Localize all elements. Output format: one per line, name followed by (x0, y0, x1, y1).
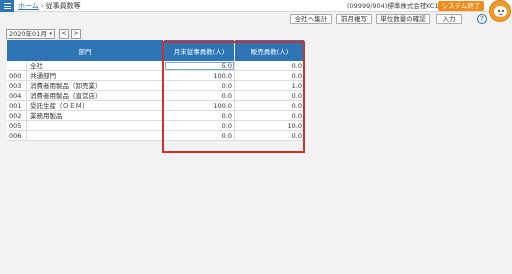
sales-staff-input[interactable]: 0.0 (235, 71, 304, 81)
copy-prev-month-button[interactable]: 前月複写 (336, 14, 372, 24)
table-row: 全社 5.0 0.0 (7, 61, 304, 71)
employee-count-table: 部門 月末従事員数(人) 販売員数(人) 全社 5.0 0.0 000 共通部門… (7, 40, 304, 141)
help-icon[interactable]: ? (477, 14, 487, 24)
sales-staff-input[interactable]: 0.0 (235, 131, 304, 141)
breadcrumb: ホーム › 従事員数等 (18, 2, 81, 10)
dept-name: 業務用製品 (27, 111, 164, 121)
dept-code: 005 (7, 121, 27, 131)
dept-name (27, 121, 164, 131)
dept-code: 002 (7, 111, 27, 121)
prev-period-button[interactable]: < (59, 29, 69, 39)
dept-code: 003 (7, 81, 27, 91)
sales-staff-input[interactable]: 10.0 (235, 121, 304, 131)
employees-input[interactable]: 0.0 (164, 121, 235, 131)
dept-name: 消費者用製品（直営店） (27, 91, 164, 101)
dept-code (7, 61, 27, 71)
table-row: 000 共通部門 100.0 0.0 (7, 71, 304, 81)
sales-staff-input[interactable]: 0.0 (235, 111, 304, 121)
table-row: 005 0.0 10.0 (7, 121, 304, 131)
dept-code: 001 (7, 101, 27, 111)
table-row: 004 消費者用製品（直営店） 0.0 0.0 (7, 91, 304, 101)
employees-input[interactable]: 100.0 (164, 101, 235, 111)
assistant-avatar-icon[interactable] (489, 0, 511, 22)
table-row: 003 消費者用製品（卸売業） 0.0 1.0 (7, 81, 304, 91)
employees-input[interactable]: 0.0 (164, 131, 235, 141)
page-title: 従事員数等 (45, 2, 81, 10)
input-button[interactable]: 入力 (436, 14, 462, 24)
column-header-department: 部門 (7, 40, 164, 61)
breadcrumb-separator: › (40, 2, 44, 10)
table-header: 部門 月末従事員数(人) 販売員数(人) (7, 40, 304, 61)
chevron-down-icon: ▾ (49, 31, 52, 37)
system-exit-button[interactable]: システム終了 (438, 1, 484, 11)
employees-input[interactable]: 0.0 (164, 91, 235, 101)
next-period-button[interactable]: > (71, 29, 81, 39)
sales-staff-input[interactable]: 0.0 (235, 91, 304, 101)
period-select[interactable]: 2020年01月 ▾ (6, 29, 55, 39)
sales-staff-input[interactable]: 0.0 (235, 101, 304, 111)
dept-code: 004 (7, 91, 27, 101)
top-bar: ホーム › 従事員数等 (09999/904)標準株式会社 TKC1 ▾ システム終… (0, 0, 512, 12)
employees-input[interactable]: 100.0 (164, 71, 235, 81)
sales-staff-input[interactable]: 0.0 (235, 61, 304, 71)
table-row: 006 0.0 0.0 (7, 131, 304, 141)
dept-name: 共通部門 (27, 71, 164, 81)
dept-name: 受託生産（ＯＥＭ） (27, 101, 164, 111)
company-name: (09999/904)標準株式会社 (347, 2, 427, 10)
hamburger-menu-icon[interactable] (0, 0, 14, 12)
dept-name: 全社 (27, 61, 164, 71)
dept-code: 006 (7, 131, 27, 141)
employees-input[interactable]: 0.0 (164, 81, 235, 91)
table-row: 002 業務用製品 0.0 0.0 (7, 111, 304, 121)
unit-quantity-check-button[interactable]: 単位数量の確認 (376, 14, 430, 24)
dept-code: 000 (7, 71, 27, 81)
dept-name: 消費者用製品（卸売業） (27, 81, 164, 91)
employees-input[interactable]: 5.0 (164, 61, 235, 71)
employees-input[interactable]: 0.0 (164, 111, 235, 121)
period-value: 2020年01月 (9, 30, 47, 38)
table-row: 001 受託生産（ＯＥＭ） 100.0 0.0 (7, 101, 304, 111)
sales-staff-input[interactable]: 1.0 (235, 81, 304, 91)
aggregate-company-button[interactable]: 全社へ集計 (290, 14, 332, 24)
column-header-sales-staff: 販売員数(人) (250, 47, 289, 56)
breadcrumb-home-link[interactable]: ホーム (18, 2, 39, 10)
column-header-employees: 月末従事員数(人) (164, 40, 235, 61)
dept-name (27, 131, 164, 141)
